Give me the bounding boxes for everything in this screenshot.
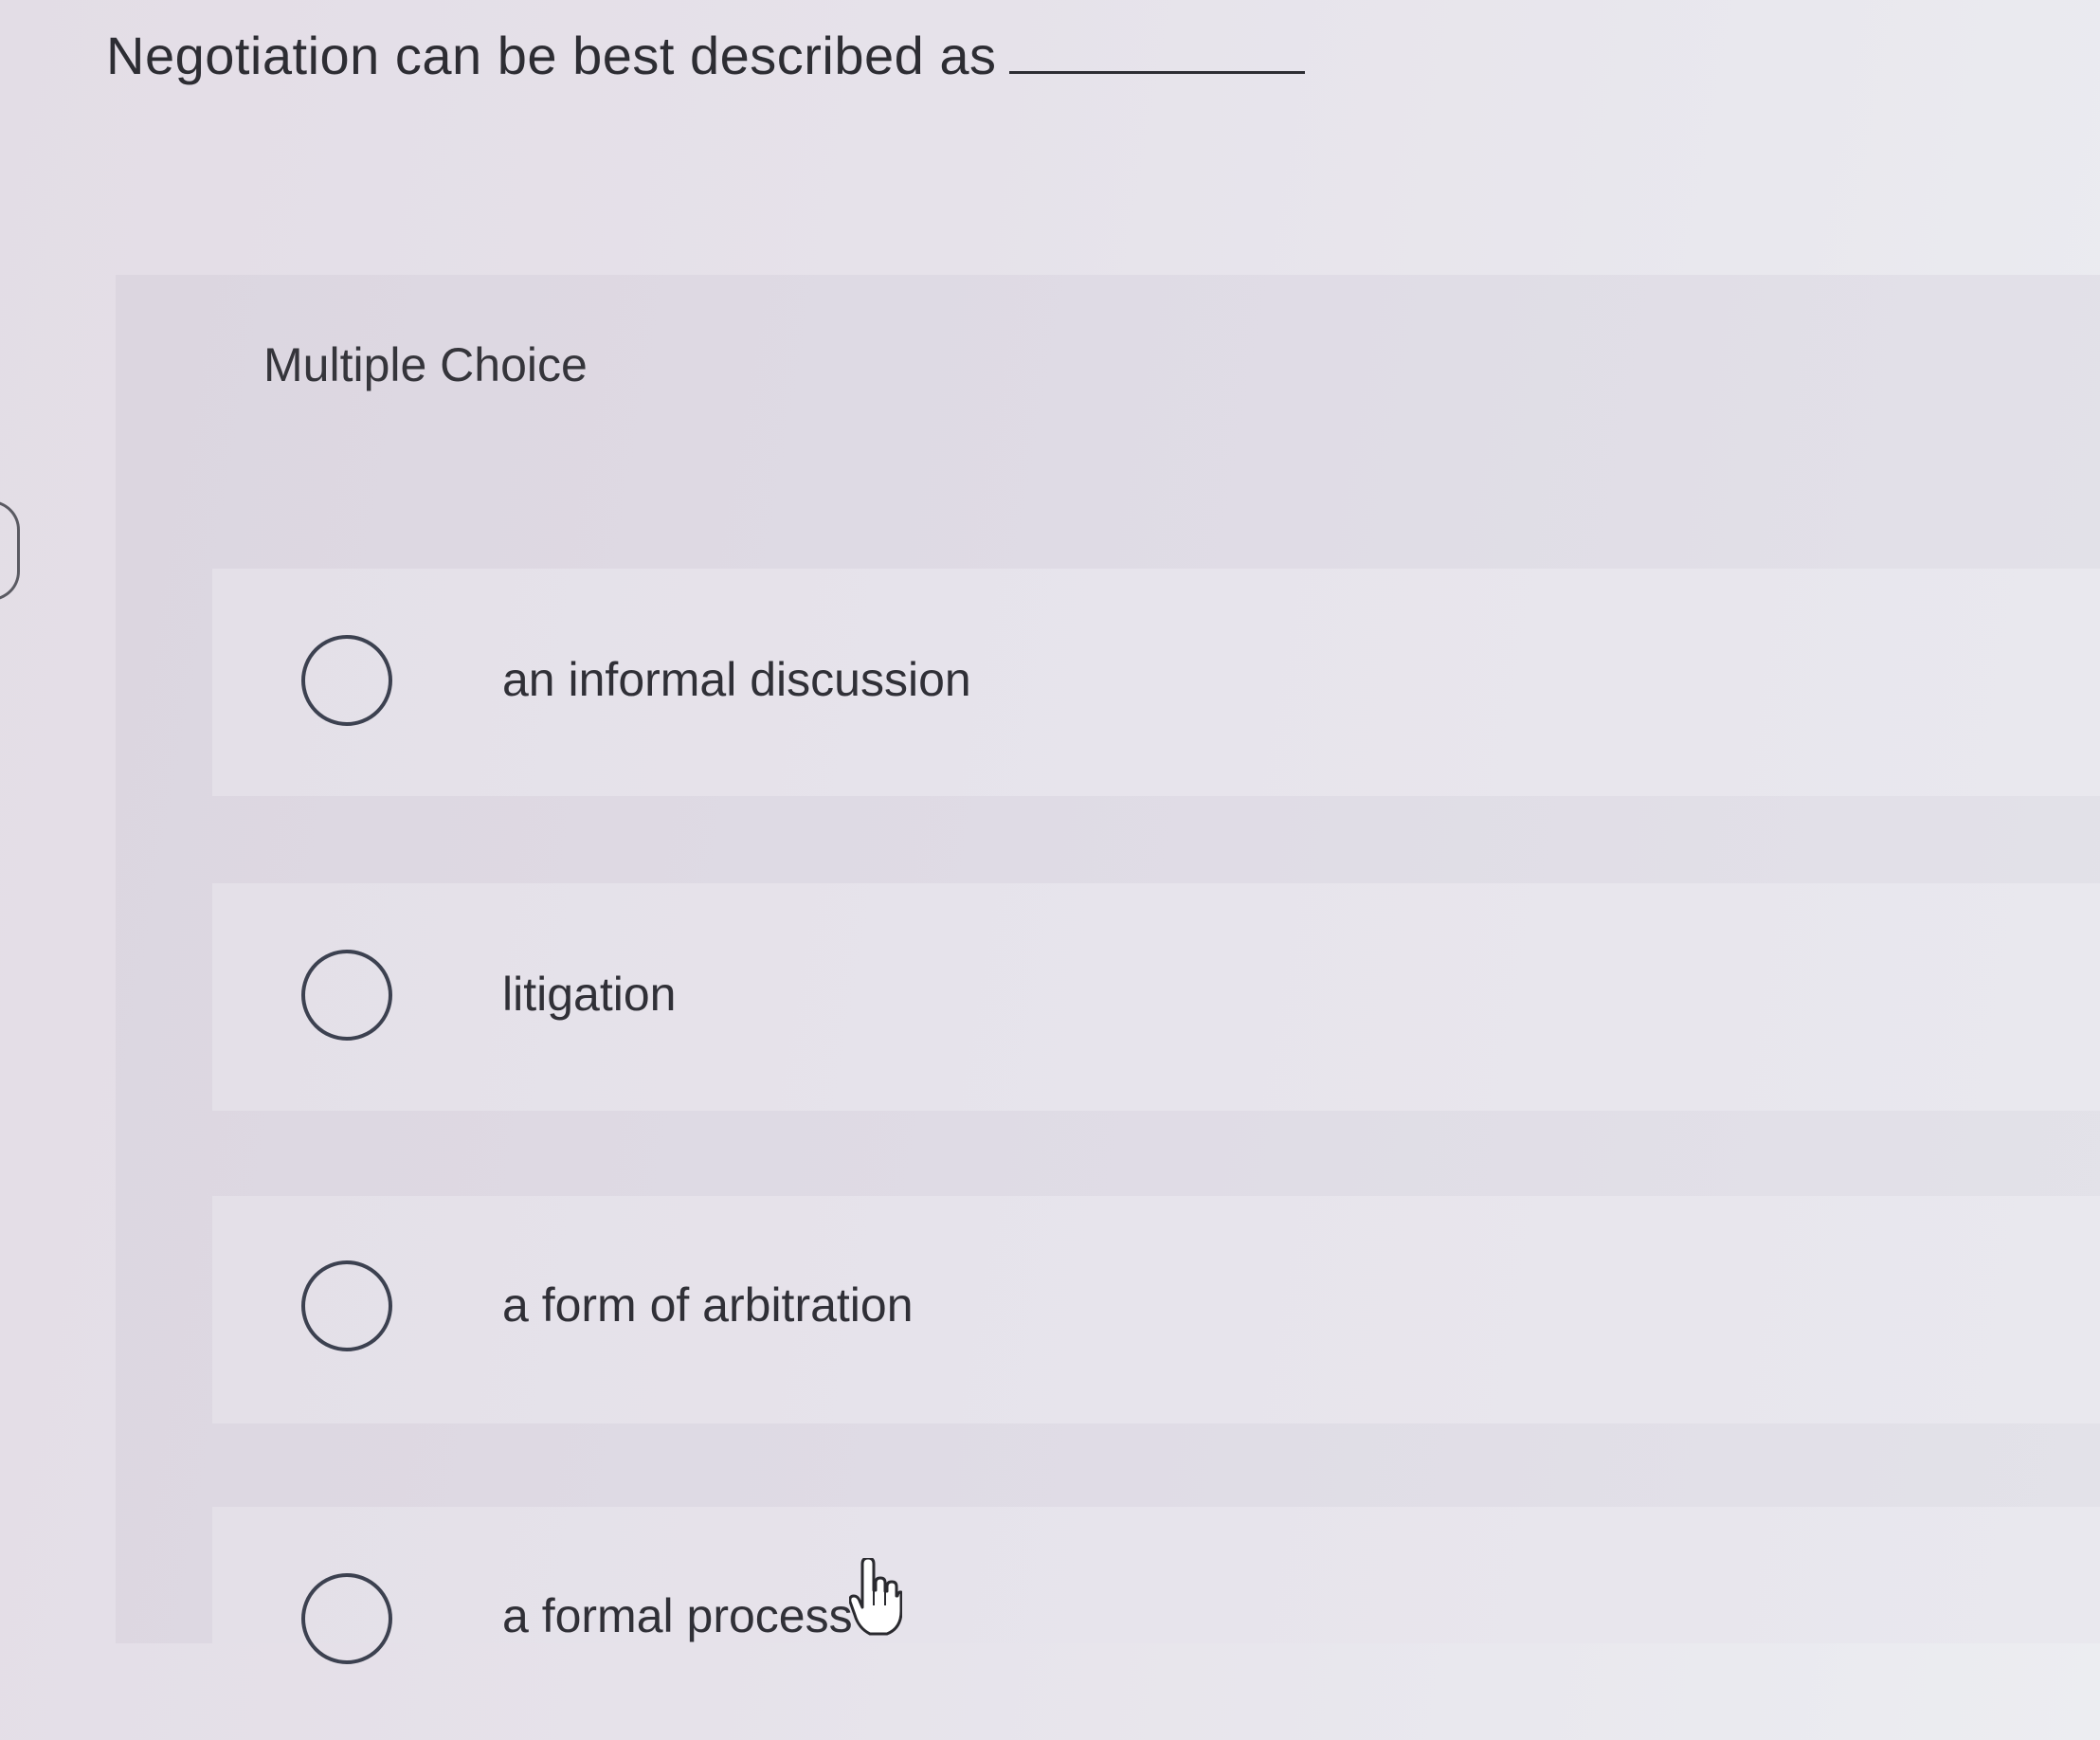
radio-circle-icon[interactable]: [301, 950, 392, 1041]
question-text: Negotiation can be best described as: [106, 26, 997, 85]
radio-circle-icon[interactable]: [301, 1260, 392, 1351]
option-label: a formal process: [502, 1589, 853, 1642]
option-a-form-of-arbitration[interactable]: a form of arbitration: [212, 1196, 2100, 1423]
option-an-informal-discussion[interactable]: an informal discussion: [212, 569, 2100, 796]
radio-circle-icon[interactable]: [301, 635, 392, 726]
option-a-formal-process[interactable]: a formal process: [212, 1507, 2100, 1664]
option-label: a form of arbitration: [502, 1278, 914, 1332]
hand-pointer-icon: [849, 1558, 902, 1636]
radio-circle-icon[interactable]: [301, 1573, 392, 1664]
multiple-choice-label: Multiple Choice: [263, 338, 588, 391]
option-litigation[interactable]: litigation: [212, 883, 2100, 1111]
answer-blank: [1009, 71, 1306, 74]
left-edge-control: [0, 500, 20, 601]
option-label: an informal discussion: [502, 653, 971, 706]
option-label: litigation: [502, 968, 677, 1021]
question-stem: Negotiation can be best described as: [106, 25, 1306, 86]
